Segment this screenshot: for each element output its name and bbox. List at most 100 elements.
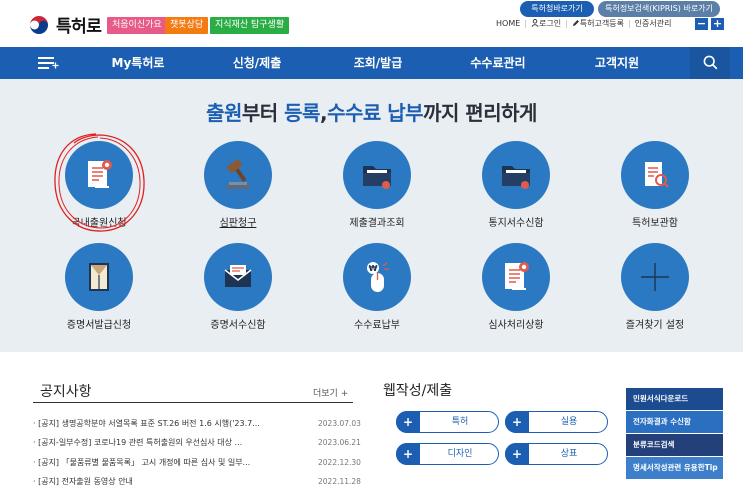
notice-row[interactable]: · [공지] 전자출원 동영상 안내 2022.11.28: [33, 476, 361, 490]
service-circle: ₩: [343, 243, 411, 311]
service-circle: [482, 141, 550, 209]
service-circle: [65, 243, 133, 311]
mouse-won-icon: ₩: [367, 262, 389, 292]
service-label: 통지서수신함: [488, 218, 544, 229]
service-label: 즐겨찾기 설정: [625, 320, 685, 331]
book-icon: [89, 263, 109, 291]
service-circle: [204, 141, 272, 209]
korea-emblem-icon: [29, 14, 49, 35]
gavel-icon: [226, 159, 250, 189]
side-link-spec-tips[interactable]: 명세서작성관련 유용한Tip: [626, 457, 723, 479]
main-nav: My특허로 신청/제출 조회/발급 수수료관리 고객지원: [0, 47, 743, 79]
form-utility-button[interactable]: + 실용: [505, 411, 608, 433]
pencil-icon: [572, 19, 580, 29]
register-link[interactable]: 특허고객등록: [580, 18, 624, 29]
notice-text: · [공지] 「물품류별 물품목록」 고시 개정에 따른 심사 및 일부...: [33, 458, 251, 467]
service-favorites-setting[interactable]: 즐겨찾기 설정: [605, 243, 705, 331]
document-ribbon-icon: [505, 262, 529, 290]
notice-date: 2023.06.21: [318, 438, 361, 447]
form-label: 디자인: [447, 449, 473, 459]
service-circle: [621, 141, 689, 209]
service-circle: [343, 141, 411, 209]
service-patent-storage[interactable]: 특허보관함: [605, 141, 705, 229]
notice-row[interactable]: · [공지] 생명공학분야 서열목록 표준 ST.26 버전 1.6 시행('2…: [33, 418, 361, 432]
envelope-icon: [224, 265, 252, 287]
zoom-out-button[interactable]: −: [695, 18, 708, 30]
service-circle: [621, 243, 689, 311]
form-label: 상표: [560, 449, 578, 459]
first-visit-tag[interactable]: 처음이신가요: [107, 17, 167, 34]
side-link-form-download[interactable]: 민원서식다운로드: [626, 388, 723, 410]
service-label: 제출결과조회: [349, 218, 405, 229]
plus-icon: [641, 263, 669, 291]
all-menu-button[interactable]: [0, 47, 90, 79]
certificate-link[interactable]: 인증서관리: [635, 18, 672, 29]
service-exam-status[interactable]: 심사처리상황: [466, 243, 566, 331]
service-circle: [482, 243, 550, 311]
site-logo[interactable]: 특허로: [28, 12, 102, 37]
service-circle: [204, 243, 272, 311]
notice-date: 2022.11.28: [318, 477, 361, 486]
kipo-link-button[interactable]: 특허청바로가기: [520, 1, 594, 17]
web-forms-title: 웹작성/제출: [383, 383, 453, 399]
divider: |: [565, 19, 568, 28]
folder-icon: [502, 166, 530, 189]
svg-text:₩: ₩: [369, 264, 378, 273]
notice-title: 공지사항: [40, 384, 92, 400]
chatbot-tag[interactable]: 챗봇상담: [165, 17, 209, 34]
service-notice-inbox[interactable]: 통지서수신함: [466, 141, 566, 229]
search-icon: [703, 55, 718, 70]
service-label: 증명서수신함: [210, 320, 266, 331]
plus-icon: +: [505, 443, 529, 465]
service-label: 심사처리상황: [488, 320, 544, 331]
service-label: 증명서발급신청: [66, 320, 132, 331]
ip-explore-tag[interactable]: 지식재산 탐구생활: [210, 17, 290, 34]
plus-small-icon: [52, 62, 59, 69]
nav-fee-management[interactable]: 수수료관리: [453, 47, 543, 79]
notice-more-link[interactable]: 더보기 +: [313, 386, 348, 399]
notice-date: 2022.12.30: [318, 458, 361, 467]
notice-date: 2023.07.03: [318, 419, 361, 428]
login-link[interactable]: 로그인: [539, 18, 561, 29]
utility-links: HOME | 로그인 | 특허고객등록 | 인증서관리: [496, 18, 671, 29]
folder-icon: [363, 166, 391, 189]
notice-row[interactable]: · [공지] 「물품류별 물품목록」 고시 개정에 따른 심사 및 일부... …: [33, 457, 361, 471]
plus-icon: +: [396, 443, 420, 465]
form-label: 특허: [451, 417, 469, 427]
document-search-icon: [645, 162, 669, 188]
kipris-link-button[interactable]: 특허정보검색(KIPRIS) 바로가기: [598, 1, 720, 17]
nav-inquiry-issue[interactable]: 조회/발급: [333, 47, 423, 79]
nav-customer-support[interactable]: 고객지원: [572, 47, 662, 79]
notice-text: · [공지] 전자출원 동영상 안내: [33, 477, 133, 486]
zoom-in-button[interactable]: +: [711, 18, 724, 30]
divider: [33, 402, 353, 403]
nav-search-button[interactable]: [690, 47, 730, 79]
divider: |: [524, 19, 527, 28]
nav-apply-submit[interactable]: 신청/제출: [212, 47, 302, 79]
service-submission-result[interactable]: 제출결과조회: [327, 141, 427, 229]
plus-icon: +: [505, 411, 529, 433]
notice-text: · [공지] 생명공학분야 서열목록 표준 ST.26 버전 1.6 시행('2…: [33, 419, 260, 428]
service-fee-payment[interactable]: ₩ 수수료납부: [327, 243, 427, 331]
person-icon: [531, 18, 539, 29]
nav-my-patent[interactable]: My특허로: [93, 47, 183, 79]
plus-icon: +: [396, 411, 420, 433]
home-link[interactable]: HOME: [496, 19, 520, 28]
notice-row[interactable]: · [공지-일부수정] 코로나19 관련 특허출원의 우선심사 대상 ... 2…: [33, 437, 361, 451]
service-label: 심판청구: [219, 218, 257, 229]
top-bar: 특허로 처음이신가요 챗봇상담 지식재산 탐구생활 특허청바로가기 특허정보검색…: [0, 0, 743, 47]
service-certificate-request[interactable]: 증명서발급신청: [49, 243, 149, 331]
divider: |: [627, 19, 631, 28]
form-patent-button[interactable]: + 특허: [396, 411, 499, 433]
form-design-button[interactable]: + 디자인: [396, 443, 499, 465]
form-trademark-button[interactable]: + 상표: [505, 443, 608, 465]
service-label: 특허보관함: [632, 218, 678, 229]
service-certificate-inbox[interactable]: 증명서수신함: [188, 243, 288, 331]
side-link-digitization-inbox[interactable]: 전자화결과 수신함: [626, 411, 723, 433]
service-label: 수수료납부: [354, 320, 400, 331]
notice-text: · [공지-일부수정] 코로나19 관련 특허출원의 우선심사 대상 ...: [33, 438, 243, 447]
service-trial-request[interactable]: 심판청구: [188, 141, 288, 229]
side-link-classification-search[interactable]: 분류코드검색: [626, 434, 723, 456]
hero-title: 출원부터 등록,수수료 납부까지 편리하게: [206, 101, 537, 125]
annotation-circle: [54, 133, 145, 232]
